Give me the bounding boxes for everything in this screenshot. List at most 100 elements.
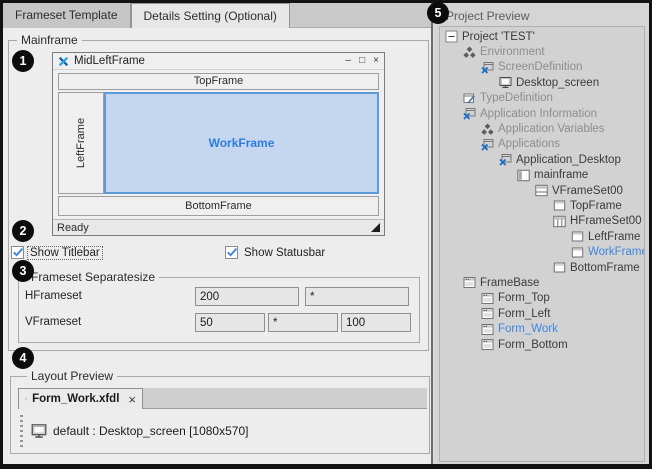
tree-item-label: FrameBase [480,277,539,289]
checkbox-box[interactable] [11,246,24,259]
x-window-icon [481,138,494,151]
hframeset-label: HFrameset [25,290,82,302]
step-badge-5: 5 [427,2,449,24]
tree-item-application-variables[interactable]: Application Variables [440,121,644,136]
preview-body: TopFrame LeftFrame WorkFrame BottomFrame [53,70,384,219]
tree-item-label: Form_Left [498,308,550,320]
bottom-frame[interactable]: BottomFrame [58,196,379,216]
layout-tab-label: Form_Work.xfdl [32,393,119,405]
minus-box-icon [445,30,458,43]
hframeset-icon [553,215,566,228]
tree-item-desktop-screen[interactable]: Desktop_screen [440,75,644,90]
vframeset-field[interactable] [268,313,338,332]
tree-item-mainframe[interactable]: mainframe [440,168,644,183]
tree-item-framebase[interactable]: FrameBase [440,275,644,290]
project-wizard-window: Frameset TemplateDetails Setting (Option… [0,0,652,469]
tree-item-project-test[interactable]: Project 'TEST' [440,29,644,44]
frame-icon [553,261,566,274]
preview-titlebar[interactable]: MidLeftFrame –□ × [53,53,384,70]
form-icon [25,393,27,405]
tree-item-bottomframe[interactable]: BottomFrame [440,260,644,275]
tree-item-screendefinition[interactable]: ScreenDefinition [440,60,644,75]
left-frame-label: LeftFrame [75,118,87,168]
close-button[interactable]: × [373,56,379,66]
tab-details-setting-optional[interactable]: Details Setting (Optional) [131,3,290,28]
preview-window-title: MidLeftFrame [74,55,145,67]
vframeset-fields [195,313,414,332]
monitor-icon [31,423,47,439]
tree-item-label: Form_Top [498,292,550,304]
mainframe-frame-icon [517,169,530,182]
step-badge-4: 4 [12,347,34,369]
tree-item-form-left[interactable]: Form_Left [440,306,644,321]
hframeset-fields [195,287,415,306]
minimize-button[interactable]: – [346,56,352,66]
checkbox-show-titlebar[interactable]: Show Titlebar [11,245,102,260]
layout-screen-item[interactable]: default : Desktop_screen [1080x570] [20,414,248,448]
middle-frames: LeftFrame WorkFrame [58,92,379,194]
details-setting-panel: Frameset TemplateDetails Setting (Option… [3,3,431,464]
tree-item-label: HFrameSet00 [570,215,642,227]
tree-item-vframeset00[interactable]: VFrameSet00 [440,183,644,198]
tree-item-label: WorkFrame [588,246,645,258]
tree-item-form-top[interactable]: Form_Top [440,291,644,306]
tree-item-topframe[interactable]: TopFrame [440,198,644,213]
tab-frameset-template[interactable]: Frameset Template [3,3,131,28]
tree-item-form-bottom[interactable]: Form_Bottom [440,337,644,352]
x-window-icon [481,61,494,74]
resize-grip-icon[interactable] [371,223,380,232]
vframeset-icon [535,184,548,197]
step-badge-3: 3 [12,260,34,282]
frame-icon [571,230,584,243]
frame-icon [553,199,566,212]
frameset-size-row: HFrameset [19,287,419,306]
tree-item-hframeset00[interactable]: HFrameSet00 [440,214,644,229]
x-window-icon [463,107,476,120]
maximize-button[interactable]: □ [359,56,365,66]
form-icon [481,307,494,320]
tree-item-leftframe[interactable]: LeftFrame [440,229,644,244]
step-badge-1: 1 [12,50,34,72]
form-icon [481,292,494,305]
tab-bar: Frameset TemplateDetails Setting (Option… [3,3,431,28]
monitor-icon [499,76,512,89]
left-frame[interactable]: LeftFrame [58,92,104,194]
tree-item-environment[interactable]: Environment [440,44,644,59]
tree-item-typedefinition[interactable]: TypeDefinition [440,91,644,106]
frame-icon [571,246,584,259]
tree-item-label: TopFrame [570,200,622,212]
app-x-logo-icon [58,56,69,67]
vframeset-field[interactable] [195,313,265,332]
checkbox-label: Show Statusbar [242,247,327,259]
tree-item-label: VFrameSet00 [552,185,623,197]
vframeset-label: VFrameset [25,316,81,328]
hframeset-field[interactable] [195,287,299,306]
tree-item-form-work[interactable]: Form_Work [440,321,644,336]
project-tree: Project 'TEST'EnvironmentScreenDefinitio… [439,26,645,462]
tree-item-application-desktop[interactable]: Application_Desktop [440,152,644,167]
top-frame[interactable]: TopFrame [58,73,379,90]
tree-item-label: Form_Bottom [498,339,568,351]
close-tab-icon[interactable]: × [128,393,136,406]
tree-item-workframe[interactable]: WorkFrame [440,244,644,259]
checkbox-label: Show Titlebar [28,247,102,259]
mainframe-group-label: Mainframe [17,33,82,47]
tab-form-work-xfdl[interactable]: Form_Work.xfdl × [18,388,143,409]
tree-item-label: LeftFrame [588,231,640,243]
cluster-icon [481,123,494,136]
checkbox-box[interactable] [225,246,238,259]
hframeset-field[interactable] [305,287,409,306]
checkbox-show-statusbar[interactable]: Show Statusbar [225,245,327,260]
layout-preview-group: Layout Preview Form_Work.xfdl × default … [10,376,430,454]
work-frame[interactable]: WorkFrame [104,92,379,194]
tree-item-label: Application_Desktop [516,154,621,166]
vframeset-field[interactable] [341,313,411,332]
frameset-size-row: VFrameset [19,313,419,332]
tree-item-label: TypeDefinition [480,92,553,104]
tree-item-application-information[interactable]: Application Information [440,106,644,121]
tree-item-label: Project 'TEST' [462,31,535,43]
drag-handle[interactable] [20,415,23,447]
tree-item-label: mainframe [534,169,588,181]
tree-item-applications[interactable]: Applications [440,137,644,152]
tree-item-label: Applications [498,138,560,150]
